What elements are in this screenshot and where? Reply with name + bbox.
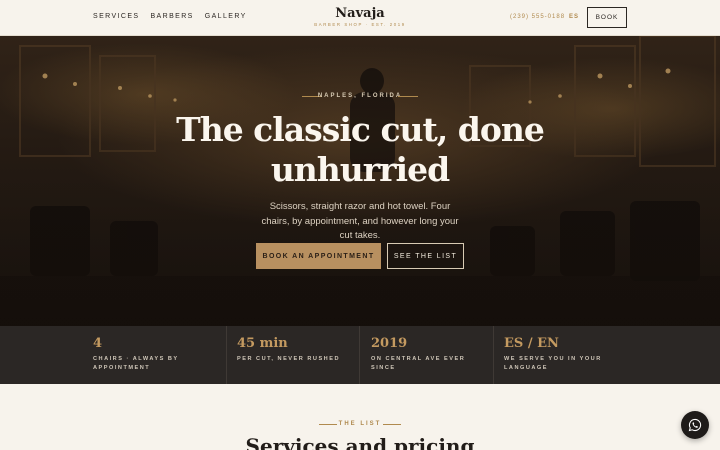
brand-name: Navaja: [335, 6, 385, 21]
whatsapp-button[interactable]: [681, 411, 709, 439]
stat-year: 2019 On Central Ave ever since: [371, 326, 489, 384]
main-nav: Services Barbers Gallery: [93, 13, 247, 20]
list-rule-right: [383, 424, 401, 425]
stat-value: ES / EN: [504, 336, 559, 351]
stat-duration: 45 min Per cut, never rushed: [237, 326, 355, 384]
stat-value: 45 min: [237, 336, 288, 351]
stat-chairs: 4 Chairs · always by appointment: [93, 326, 223, 384]
stat-label: Chairs · always by appointment: [93, 356, 179, 371]
hero-section: Naples, Florida The classic cut, done un…: [0, 36, 720, 326]
stat-divider: [493, 326, 494, 384]
whatsapp-icon: [688, 418, 702, 432]
book-appointment-button[interactable]: Book an appointment: [256, 243, 381, 269]
hero-eyebrow: Naples, Florida: [317, 93, 403, 99]
stats-bar: 4 Chairs · always by appointment 45 min …: [0, 326, 720, 384]
stat-value: 4: [93, 336, 103, 351]
stat-divider: [359, 326, 360, 384]
stat-value: 2019: [371, 336, 408, 351]
stat-label: On Central Ave ever since: [371, 356, 466, 371]
brand-tagline: Barber shop · Est. 2019: [314, 22, 406, 27]
phone-link[interactable]: (239) 555-0188: [510, 14, 565, 20]
hero-subtitle: Scissors, straight razor and hot towel. …: [261, 201, 459, 241]
services-title: Services and pricing: [245, 434, 475, 450]
header-book-button[interactable]: Book: [587, 7, 627, 28]
site-header: Services Barbers Gallery Navaja Barber s…: [0, 0, 720, 36]
nav-link-barbers[interactable]: Barbers: [150, 13, 193, 20]
hero-title: The classic cut, done unhurried: [176, 110, 545, 189]
see-list-button[interactable]: See the list: [387, 243, 464, 269]
stat-label: We serve you in your language: [504, 356, 602, 371]
eyebrow-rule-right: [398, 96, 418, 97]
stat-language: ES / EN We serve you in your language: [504, 326, 629, 384]
nav-link-gallery[interactable]: Gallery: [205, 13, 247, 20]
stat-label: Per cut, never rushed: [237, 356, 340, 362]
services-section: The list Services and pricing: [0, 384, 720, 450]
stat-divider: [226, 326, 227, 384]
brand-logo[interactable]: Navaja Barber shop · Est. 2019: [310, 6, 410, 28]
list-eyebrow: The list: [338, 421, 382, 427]
nav-link-services[interactable]: Services: [93, 13, 139, 20]
language-toggle[interactable]: ES: [569, 14, 579, 20]
